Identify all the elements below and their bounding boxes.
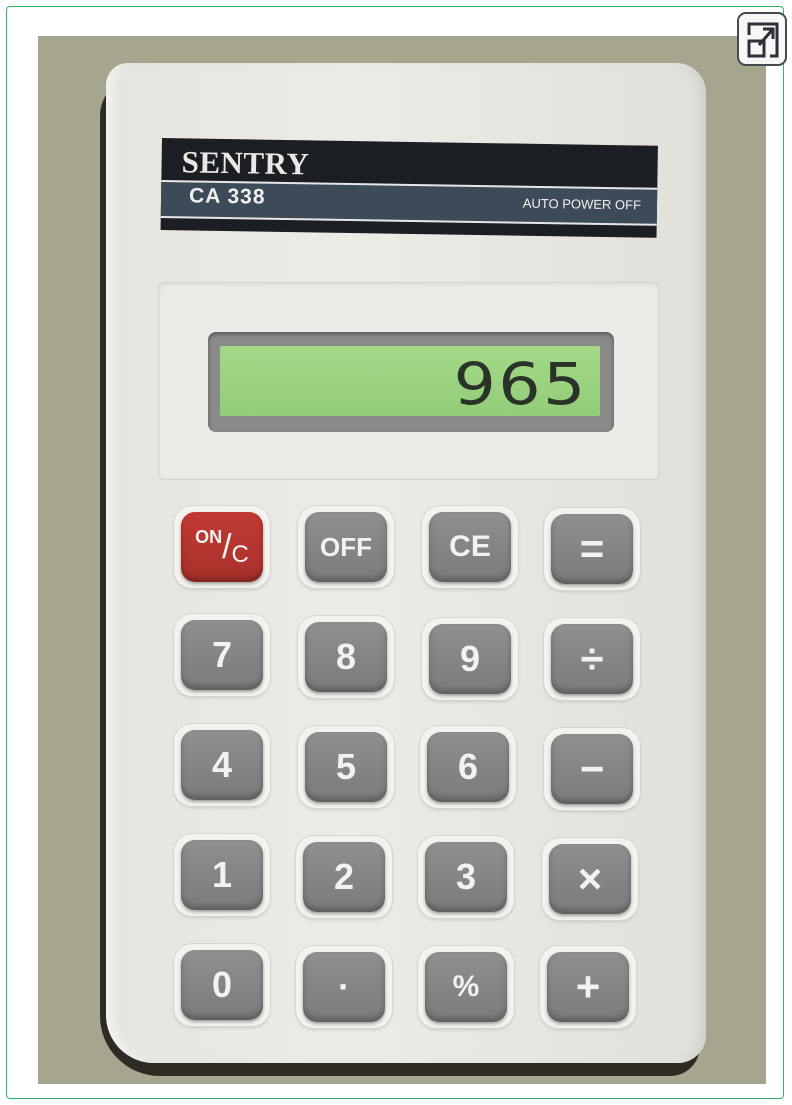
digit-8-key[interactable]: 8 [305, 622, 387, 692]
key-well-4: 4 [174, 724, 270, 806]
digit-4-key[interactable]: 4 [181, 730, 263, 800]
clear-label: C [231, 541, 249, 568]
key-well-divide: ÷ [544, 618, 640, 700]
auto-power-off-label: AUTO POWER OFF [522, 195, 642, 213]
brand-name: SENTRY [181, 144, 310, 182]
key-well-multiply: × [542, 838, 638, 920]
decimal-point-key[interactable]: · [303, 952, 385, 1022]
divide-key[interactable]: ÷ [551, 624, 633, 694]
clear-entry-key[interactable]: CE [429, 512, 511, 582]
digit-1-key[interactable]: 1 [181, 840, 263, 910]
slash-label: / [222, 527, 232, 566]
key-well-ce: CE [422, 506, 518, 588]
percent-key[interactable]: % [425, 952, 507, 1022]
key-well-9: 9 [422, 618, 518, 700]
lcd-screen: 965 [220, 346, 600, 418]
key-well-0: 0 [174, 944, 270, 1026]
calculator-photo: SENTRY CA 338 AUTO POWER OFF 965 ON / C OF… [38, 36, 766, 1084]
off-key[interactable]: OFF [305, 512, 387, 582]
equals-key[interactable]: = [551, 514, 633, 584]
digit-0-key[interactable]: 0 [181, 950, 263, 1020]
key-well-5: 5 [298, 726, 394, 808]
key-well-7: 7 [174, 614, 270, 696]
multiply-key[interactable]: × [549, 844, 631, 914]
lcd-frame: 965 [208, 332, 614, 432]
expand-icon [747, 22, 779, 58]
key-well-plus: + [540, 946, 636, 1028]
key-well-equals: = [544, 508, 640, 590]
key-well-1: 1 [174, 834, 270, 916]
digit-7-key[interactable]: 7 [181, 620, 263, 690]
digit-6-key[interactable]: 6 [427, 732, 509, 802]
on-clear-key[interactable]: ON / C [181, 512, 263, 582]
digit-2-key[interactable]: 2 [303, 842, 385, 912]
key-well-minus: − [544, 728, 640, 810]
brand-strip: SENTRY CA 338 AUTO POWER OFF [160, 138, 658, 238]
minus-key[interactable]: − [551, 734, 633, 804]
plus-key[interactable]: + [547, 952, 629, 1022]
on-label: ON [195, 526, 223, 547]
digit-9-key[interactable]: 9 [429, 624, 511, 694]
key-well-6: 6 [420, 726, 516, 808]
key-well-percent: % [418, 946, 514, 1028]
fullscreen-button[interactable] [737, 12, 787, 66]
key-well-off: OFF [298, 506, 394, 588]
key-well-on-c: ON / C [174, 506, 270, 588]
digit-3-key[interactable]: 3 [425, 842, 507, 912]
key-well-3: 3 [418, 836, 514, 918]
model-band: CA 338 AUTO POWER OFF [160, 179, 658, 226]
model-name: CA 338 [188, 184, 266, 209]
display-value: 965 [453, 350, 588, 418]
digit-5-key[interactable]: 5 [305, 732, 387, 802]
key-well-8: 8 [298, 616, 394, 698]
key-well-2: 2 [296, 836, 392, 918]
key-well-decimal: · [296, 946, 392, 1028]
